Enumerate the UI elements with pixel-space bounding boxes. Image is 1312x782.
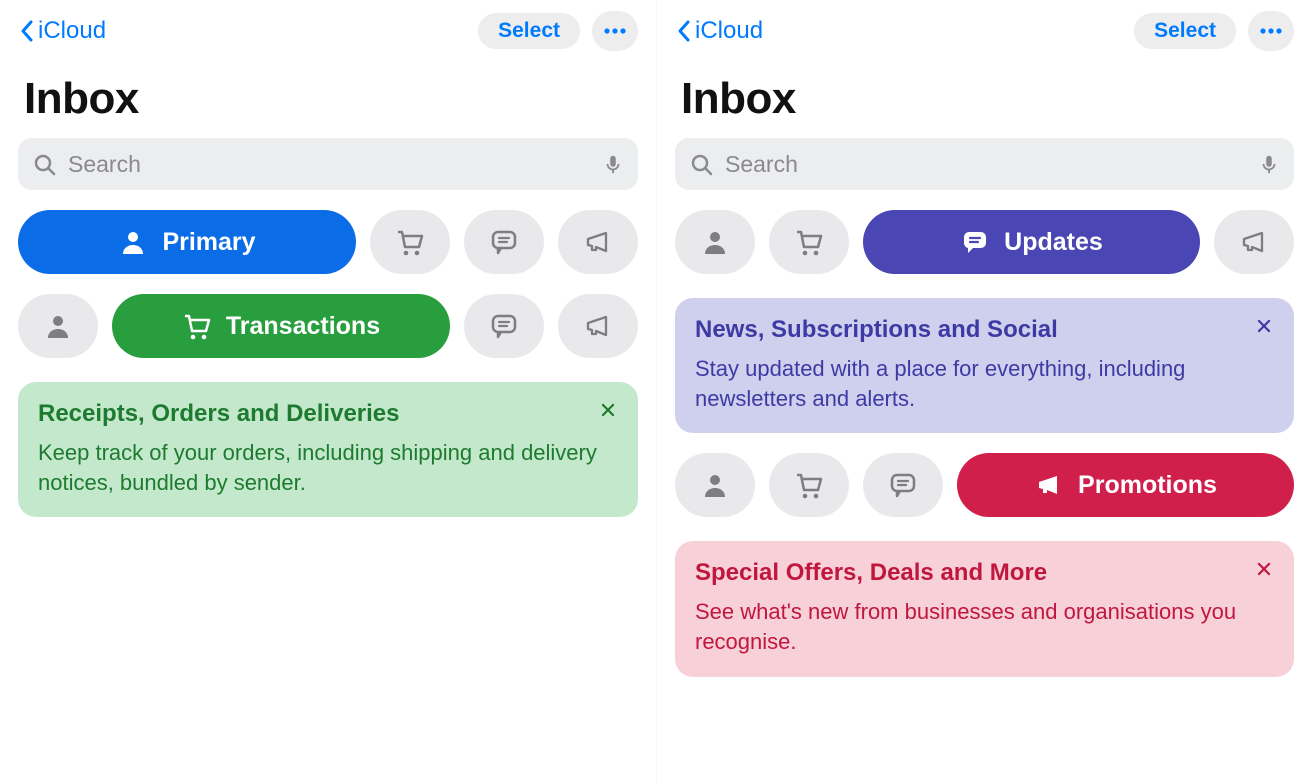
search-icon <box>32 152 56 176</box>
tab-primary[interactable] <box>18 294 98 358</box>
mail-pane-left: iCloud Select Inbox Primary Transactions <box>0 0 656 782</box>
more-button[interactable] <box>592 11 638 51</box>
select-button[interactable]: Select <box>478 13 580 49</box>
chat-icon <box>489 227 519 257</box>
cart-icon <box>794 470 824 500</box>
banner-close-button[interactable] <box>594 396 622 424</box>
page-title: Inbox <box>681 74 1294 124</box>
person-icon <box>118 227 148 257</box>
search-field[interactable] <box>675 138 1294 190</box>
close-icon <box>1256 315 1272 337</box>
banner-body: See what's new from businesses and organ… <box>695 597 1274 656</box>
tab-transactions[interactable] <box>370 210 450 274</box>
tab-label: Primary <box>162 228 255 257</box>
chat-icon <box>960 227 990 257</box>
more-icon <box>1260 28 1282 34</box>
close-icon <box>600 399 616 421</box>
banner-body: Keep track of your orders, including shi… <box>38 438 618 497</box>
banner-transactions: Receipts, Orders and Deliveries Keep tra… <box>18 382 638 517</box>
tab-primary[interactable]: Primary <box>18 210 356 274</box>
mic-icon[interactable] <box>1258 152 1280 176</box>
banner-updates: News, Subscriptions and Social Stay upda… <box>675 298 1294 433</box>
category-row-updates: Updates <box>675 210 1294 274</box>
tab-transactions[interactable] <box>769 210 849 274</box>
tab-promotions[interactable] <box>558 210 638 274</box>
tab-label: Transactions <box>226 312 380 341</box>
search-icon <box>689 152 713 176</box>
category-row-transactions: Transactions <box>18 294 638 358</box>
person-icon <box>700 470 730 500</box>
chat-icon <box>888 470 918 500</box>
search-field[interactable] <box>18 138 638 190</box>
cart-icon <box>395 227 425 257</box>
cart-icon <box>794 227 824 257</box>
category-row-promotions: Promotions <box>675 453 1294 517</box>
back-label: iCloud <box>695 17 763 45</box>
search-input[interactable] <box>723 150 1248 179</box>
banner-close-button[interactable] <box>1250 555 1278 583</box>
tab-primary[interactable] <box>675 210 755 274</box>
mic-icon[interactable] <box>602 152 624 176</box>
tab-updates[interactable] <box>863 453 943 517</box>
tab-label: Promotions <box>1078 471 1217 500</box>
banner-title: News, Subscriptions and Social <box>695 316 1234 344</box>
tab-label: Updates <box>1004 228 1103 257</box>
back-button[interactable]: iCloud <box>18 17 106 45</box>
tab-transactions[interactable]: Transactions <box>112 294 450 358</box>
nav-bar: iCloud Select <box>675 6 1294 56</box>
banner-close-button[interactable] <box>1250 312 1278 340</box>
person-icon <box>43 311 73 341</box>
tab-transactions[interactable] <box>769 453 849 517</box>
category-row-primary: Primary <box>18 210 638 274</box>
chat-icon <box>489 311 519 341</box>
tab-updates[interactable] <box>464 294 544 358</box>
tab-promotions[interactable] <box>558 294 638 358</box>
more-button[interactable] <box>1248 11 1294 51</box>
tab-updates[interactable] <box>464 210 544 274</box>
megaphone-icon <box>1239 227 1269 257</box>
back-label: iCloud <box>38 17 106 45</box>
chevron-left-icon <box>675 17 693 45</box>
search-input[interactable] <box>66 150 592 179</box>
page-title: Inbox <box>24 74 638 124</box>
more-icon <box>604 28 626 34</box>
person-icon <box>700 227 730 257</box>
tab-primary[interactable] <box>675 453 755 517</box>
mail-pane-right: iCloud Select Inbox Updates News, Subscr… <box>656 0 1312 782</box>
banner-body: Stay updated with a place for everything… <box>695 354 1274 413</box>
banner-promotions: Special Offers, Deals and More See what'… <box>675 541 1294 676</box>
tab-promotions[interactable]: Promotions <box>957 453 1294 517</box>
tab-promotions[interactable] <box>1214 210 1294 274</box>
chevron-left-icon <box>18 17 36 45</box>
back-button[interactable]: iCloud <box>675 17 763 45</box>
megaphone-icon <box>583 227 613 257</box>
megaphone-icon <box>1034 470 1064 500</box>
nav-bar: iCloud Select <box>18 6 638 56</box>
megaphone-icon <box>583 311 613 341</box>
cart-icon <box>182 311 212 341</box>
close-icon <box>1256 558 1272 580</box>
banner-title: Receipts, Orders and Deliveries <box>38 400 578 428</box>
banner-title: Special Offers, Deals and More <box>695 559 1234 587</box>
select-button[interactable]: Select <box>1134 13 1236 49</box>
tab-updates[interactable]: Updates <box>863 210 1200 274</box>
